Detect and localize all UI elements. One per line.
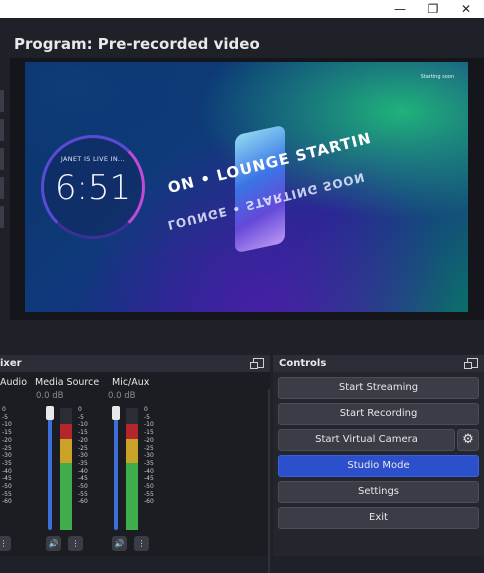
controls-header: Controls — [273, 355, 484, 372]
undock-icon[interactable] — [464, 358, 478, 369]
channel-db: 0.0 dB — [108, 391, 136, 401]
level-meter — [60, 408, 72, 530]
channel-scale: 0 -5 -10 -15 -20 -25 -30 -35 -40 -45 -50 -55 -60 — [144, 406, 154, 506]
channel-scale: 0 -5 -10 -15 -20 -25 -30 -35 -40 -45 -50 -55 -60 — [2, 406, 12, 506]
level-meter — [126, 408, 138, 530]
start-virtual-camera-button[interactable]: Start Virtual Camera — [278, 429, 455, 451]
channel-scale: 0 -5 -10 -15 -20 -25 -30 -35 -40 -45 -50 -55 -60 — [78, 406, 88, 506]
program-preview[interactable]: Starting soon JANET IS LIVE IN... 6:51 O… — [25, 62, 468, 312]
undock-icon[interactable] — [250, 358, 264, 369]
left-dock-tab[interactable] — [0, 177, 4, 199]
mixer-body: Audio 0 -5 -10 -15 -20 -25 -30 -35 -40 -45 -50 -55-… — [0, 372, 270, 573]
mixer-channel-media-source: Media Source 0.0 dB 0 -5 -10 -15 -20 -25 -30 -3… — [34, 372, 102, 556]
start-streaming-button[interactable]: Start Streaming — [278, 377, 479, 399]
countdown-value: 6:51 — [54, 168, 132, 208]
program-title: Program: Pre-recorded video — [14, 35, 260, 53]
left-dock-tab[interactable] — [0, 119, 4, 141]
channel-menu-icon[interactable]: ⋮ — [134, 536, 149, 551]
left-dock-strip — [0, 90, 4, 250]
close-button[interactable]: ✕ — [450, 0, 482, 18]
maximize-button[interactable]: ❐ — [417, 0, 449, 18]
channel-name: Audio — [0, 377, 28, 388]
mute-speaker-icon[interactable]: 🔊 — [46, 536, 61, 551]
mixer-header-title: ixer — [0, 358, 22, 369]
channel-name: Media Source — [35, 377, 100, 388]
channel-db: 0.0 dB — [36, 391, 64, 401]
countdown-label: JANET IS LIVE IN... — [60, 155, 126, 163]
volume-slider[interactable] — [48, 406, 52, 530]
controls-body: Start Streaming Start Recording Start Vi… — [273, 372, 484, 556]
audio-mixer-dock: ixer Audio 0 -5 -10 -15 -20 -25 -30 -35 -40 -45 -5… — [0, 355, 270, 573]
minimize-button[interactable]: — — [384, 0, 416, 18]
channel-menu-icon[interactable]: ⋮ — [68, 536, 83, 551]
volume-slider[interactable] — [114, 406, 118, 530]
virtual-camera-settings-gear-icon[interactable]: ⚙ — [457, 429, 479, 451]
mute-speaker-icon[interactable]: 🔊 — [112, 536, 127, 551]
mixer-channel-audio: Audio 0 -5 -10 -15 -20 -25 -30 -35 -40 -45 -50 -55-… — [0, 372, 30, 556]
left-dock-tab[interactable] — [0, 206, 4, 228]
channel-menu-icon[interactable]: ⋮ — [0, 536, 11, 551]
studio-mode-button[interactable]: Studio Mode — [278, 455, 479, 477]
left-dock-tab[interactable] — [0, 148, 4, 170]
mixer-scrollbar[interactable] — [268, 389, 270, 573]
settings-button[interactable]: Settings — [278, 481, 479, 503]
mixer-header: ixer — [0, 355, 270, 372]
starting-soon-text: Starting soon — [420, 74, 454, 80]
volume-slider-handle[interactable] — [46, 406, 54, 420]
controls-dock: Controls Start Streaming Start Recording… — [273, 355, 484, 556]
lounge-logo-shape — [235, 124, 285, 254]
channel-name: Mic/Aux — [112, 377, 150, 388]
mixer-channel-mic-aux: Mic/Aux 0.0 dB 0 -5 -10 -15 -20 -25 -30 -35 -40-… — [100, 372, 168, 556]
left-dock-tab[interactable] — [0, 90, 4, 112]
window-titlebar: — ❐ ✕ — [0, 0, 484, 18]
exit-button[interactable]: Exit — [278, 507, 479, 529]
volume-slider-handle[interactable] — [112, 406, 120, 420]
start-recording-button[interactable]: Start Recording — [278, 403, 479, 425]
controls-header-title: Controls — [279, 358, 327, 369]
